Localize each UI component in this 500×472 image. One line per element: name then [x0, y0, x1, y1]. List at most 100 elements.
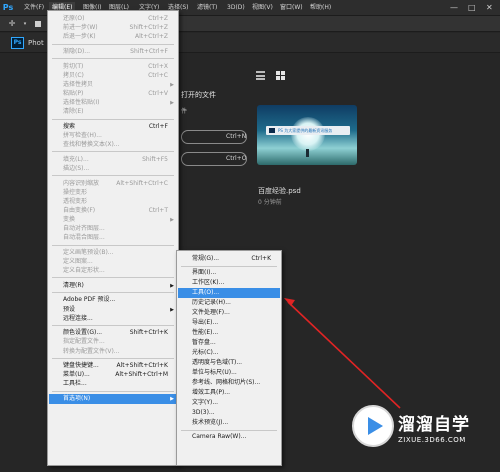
prefs-menu-menu-item-2[interactable]: 界面(I)... [178, 268, 280, 278]
menu-item-label: 自动混合图层... [63, 234, 105, 242]
menu-separator [52, 244, 174, 246]
menu-item-label: 文字(Y)... [192, 399, 219, 406]
submenu-arrow-icon: ▶ [170, 396, 174, 403]
edit-menu-menu-item-44[interactable]: 工具栏... [49, 379, 177, 389]
menu-item-label: 文件处理(F)... [192, 309, 230, 316]
photoshop-badge-icon: Ps [11, 37, 24, 49]
minimize-button[interactable]: — [450, 3, 458, 13]
edit-menu-menu-item-36[interactable]: 远程连接... [49, 314, 177, 324]
edit-menu-menu-item-32[interactable]: 清理(R) ▶ [49, 281, 177, 291]
prefs-menu-menu-item-11[interactable]: 透明度与色域(T)... [178, 358, 280, 368]
menu-item-label: 工具(O)... [192, 289, 220, 296]
photoshop-logo: Ps [2, 3, 14, 12]
recent-file-name[interactable]: 百度经验.psd [258, 186, 301, 196]
arrow-head [284, 298, 295, 306]
prefs-menu-menu-item-10[interactable]: 光标(C)... [178, 348, 280, 358]
edit-menu-menu-item-2[interactable]: 后退一步(K) Alt+Ctrl+Z [49, 32, 177, 42]
prefs-menu-menu-item-17[interactable]: 技术预览(J)... [178, 418, 280, 428]
watermark-logo-icon [352, 405, 394, 447]
edit-menu-menu-item-30[interactable]: 定义自定形状... [49, 266, 177, 276]
menu-item-label: 清理(R) [63, 281, 84, 289]
menu-separator [181, 265, 277, 267]
menu-separator [52, 292, 174, 294]
menu-filter[interactable]: 滤镜(T) [194, 2, 220, 14]
menu-item-label: 渐隐(D)... [63, 47, 91, 55]
menu-item-label: 性能(E)... [192, 329, 219, 336]
menu-separator [52, 151, 174, 153]
edit-menu-menu-item-18[interactable]: 描边(S)... [49, 164, 177, 174]
menu-item-label: 增效工具(P)... [192, 389, 231, 396]
submenu-arrow-icon: ▶ [170, 282, 174, 289]
menu-item-label: 转换为配置文件(V)... [63, 347, 120, 355]
menu-separator [52, 325, 174, 326]
menu-separator [52, 118, 174, 120]
prefs-menu-menu-item-16[interactable]: 3D(3)... [178, 408, 280, 418]
menu-3d[interactable]: 3D(D) [224, 2, 248, 14]
recent-files-subtitle: 件 [181, 108, 188, 115]
open-file-button[interactable]: Ctrl+O [181, 152, 247, 166]
menu-file[interactable]: 文件(F) [21, 2, 47, 14]
workspace-title: Phot [28, 39, 44, 47]
prefs-menu-menu-item-5[interactable]: 历史记录(H)... [178, 298, 280, 308]
menu-item-label: 常规(G)... [192, 255, 220, 262]
menu-item-shortcut: Ctrl+K [251, 255, 271, 262]
thumbnail-search-text: PS 为大家提供的最新资讯服务 [278, 128, 333, 133]
menu-item-label: 工作区(K)... [192, 279, 225, 286]
recent-file-thumbnail[interactable]: PS 为大家提供的最新资讯服务 [257, 105, 357, 165]
move-tool-icon[interactable]: ✛ [7, 19, 17, 29]
edit-menu-menu-item-46[interactable]: 首选项(N) ▶ [49, 394, 177, 405]
edit-menu-menu-item-11[interactable]: 清除(E) [49, 107, 177, 117]
tool-dropdown-icon[interactable]: ▾ [20, 19, 30, 29]
menu-item-label: 工具栏... [63, 380, 87, 388]
prefs-menu-menu-item-14[interactable]: 增效工具(P)... [178, 388, 280, 398]
auto-select-checkbox[interactable] [35, 21, 41, 27]
menu-view[interactable]: 视图(V) [249, 2, 276, 14]
list-view-icon[interactable] [256, 71, 265, 80]
menu-separator [52, 58, 174, 60]
close-button[interactable]: ✕ [486, 3, 493, 13]
menu-separator [52, 43, 174, 45]
edit-menu-menu-item-4[interactable]: 渐隐(D)... Shift+Ctrl+F [49, 47, 177, 57]
edit-menu-menu-item-15[interactable]: 查找和替换文本(X)... [49, 140, 177, 150]
prefs-menu-menu-item-15[interactable]: 文字(Y)... [178, 398, 280, 408]
menu-help[interactable]: 帮助(H) [307, 2, 334, 14]
arrow-shaft [287, 301, 401, 409]
menu-separator [52, 175, 174, 177]
menu-item-label: 导出(E)... [192, 319, 219, 326]
recent-file-time: 0 分钟前 [258, 199, 282, 206]
menu-item-label: 3D(3)... [192, 409, 215, 416]
prefs-menu-menu-item-7[interactable]: 导出(E)... [178, 318, 280, 328]
prefs-menu-menu-item-13[interactable]: 参考线、网格和切片(S)... [178, 378, 280, 388]
prefs-menu-menu-item-9[interactable]: 暂存盘... [178, 338, 280, 348]
edit-menu-menu-item-26[interactable]: 自动混合图层... [49, 233, 177, 243]
open-shortcut: Ctrl+O [226, 155, 247, 162]
maximize-button[interactable]: □ [468, 3, 476, 13]
menu-item-label: 界面(I)... [192, 269, 217, 276]
edit-menu: 还原(O) Ctrl+Z 前进一步(W) Shift+Ctrl+Z 后退一步(K) Alt… [47, 10, 179, 466]
menu-item-label: 首选项(N) [63, 395, 91, 403]
menu-item-label: 参考线、网格和切片(S)... [192, 379, 261, 386]
menu-item-label: Camera Raw(W)... [192, 433, 247, 440]
menu-item-shortcut: Alt+Ctrl+Z [135, 33, 168, 41]
menu-item-label: 描边(S)... [63, 164, 90, 172]
preferences-submenu: 常规(G)... Ctrl+K 界面(I)... 工作区(K)... 工具(O)... 历… [176, 250, 282, 466]
prefs-menu-menu-item-8[interactable]: 性能(E)... [178, 328, 280, 338]
menu-item-label: 历史记录(H)... [192, 299, 231, 306]
menu-separator [52, 277, 174, 279]
watermark-title: 溜溜自学 [398, 415, 470, 435]
menu-window[interactable]: 窗口(W) [277, 2, 306, 14]
prefs-menu-menu-item-19[interactable]: Camera Raw(W)... [178, 432, 280, 442]
new-file-button[interactable]: Ctrl+N [181, 130, 247, 144]
prefs-menu-menu-item-3[interactable]: 工作区(K)... [178, 278, 280, 288]
prefs-menu-menu-item-4[interactable]: 工具(O)... [178, 288, 280, 298]
prefs-menu-menu-item-0[interactable]: 常规(G)... Ctrl+K [178, 254, 280, 264]
menu-item-label: 技术预览(J)... [192, 419, 229, 426]
thumbnail-person-figure [306, 149, 309, 157]
prefs-menu-menu-item-6[interactable]: 文件处理(F)... [178, 308, 280, 318]
menu-separator [52, 390, 174, 392]
menu-item-label: 远程连接... [63, 314, 93, 322]
prefs-menu-menu-item-12[interactable]: 单位与标尺(U)... [178, 368, 280, 378]
grid-view-icon[interactable] [276, 71, 285, 80]
menu-item-label: 定义自定形状... [63, 267, 105, 274]
edit-menu-menu-item-40[interactable]: 转换为配置文件(V)... [49, 347, 177, 357]
